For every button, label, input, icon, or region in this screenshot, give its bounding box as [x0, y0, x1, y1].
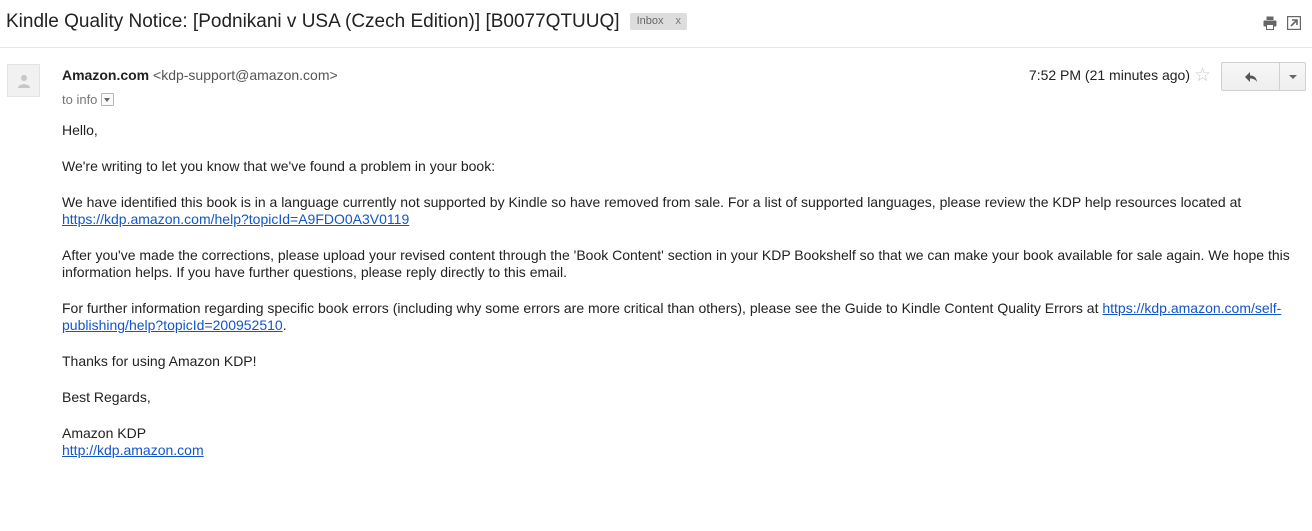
inbox-label-chip[interactable]: Inbox x — [629, 13, 687, 30]
person-icon — [18, 75, 30, 88]
subject-text: Kindle Quality Notice: [Podnikani v USA … — [6, 11, 620, 32]
email-subject: Kindle Quality Notice: [Podnikani v USA … — [6, 11, 687, 33]
body-paragraph-2-text: We have identified this book is in a lan… — [62, 194, 1242, 210]
body-paragraph-2: We have identified this book is in a lan… — [62, 194, 1302, 228]
signature-link-line: http://kdp.amazon.com — [62, 442, 1302, 459]
subject-bar: Kindle Quality Notice: [Podnikani v USA … — [0, 0, 1312, 48]
sender-avatar — [7, 64, 40, 97]
print-icon[interactable] — [1263, 16, 1277, 30]
greeting: Hello, — [62, 122, 98, 138]
inbox-label-text: Inbox — [636, 15, 664, 27]
sender-line: Amazon.com <kdp-support@amazon.com> — [62, 67, 338, 83]
top-actions — [1263, 15, 1302, 31]
body-paragraph-1: We're writing to let you know that we've… — [62, 158, 496, 174]
show-details-dropdown[interactable] — [101, 93, 115, 106]
timestamp: 7:52 PM (21 minutes ago) — [1028, 67, 1190, 83]
kdp-home-link[interactable]: http://kdp.amazon.com — [62, 442, 204, 458]
body-paragraph-4-text: For further information regarding specif… — [62, 300, 1103, 316]
supported-languages-link[interactable]: https://kdp.amazon.com/help?topicId=A9FD… — [62, 211, 409, 227]
regards-line: Best Regards, — [62, 389, 151, 405]
body-paragraph-4-end: . — [282, 317, 287, 333]
thanks-line: Thanks for using Amazon KDP! — [62, 353, 257, 369]
body-paragraph-4: For further information regarding specif… — [62, 300, 1302, 334]
sender-name[interactable]: Amazon.com — [62, 67, 149, 83]
more-options-button[interactable] — [1280, 62, 1306, 91]
reply-group — [1221, 62, 1306, 91]
recipient-line: to info — [62, 92, 115, 107]
signature-name: Amazon KDP — [62, 425, 147, 441]
new-window-icon[interactable] — [1286, 15, 1302, 31]
reply-arrow-icon — [1244, 71, 1257, 82]
recipient-text: to info — [62, 92, 98, 107]
sender-email: <kdp-support@amazon.com> — [153, 67, 338, 83]
remove-label-button[interactable]: x — [675, 15, 681, 27]
star-icon[interactable]: ☆ — [1194, 64, 1211, 86]
body-paragraph-3: After you've made the corrections, pleas… — [62, 247, 1290, 280]
email-body: Hello, We're writing to let you know tha… — [62, 122, 1302, 459]
reply-button[interactable] — [1221, 62, 1280, 91]
